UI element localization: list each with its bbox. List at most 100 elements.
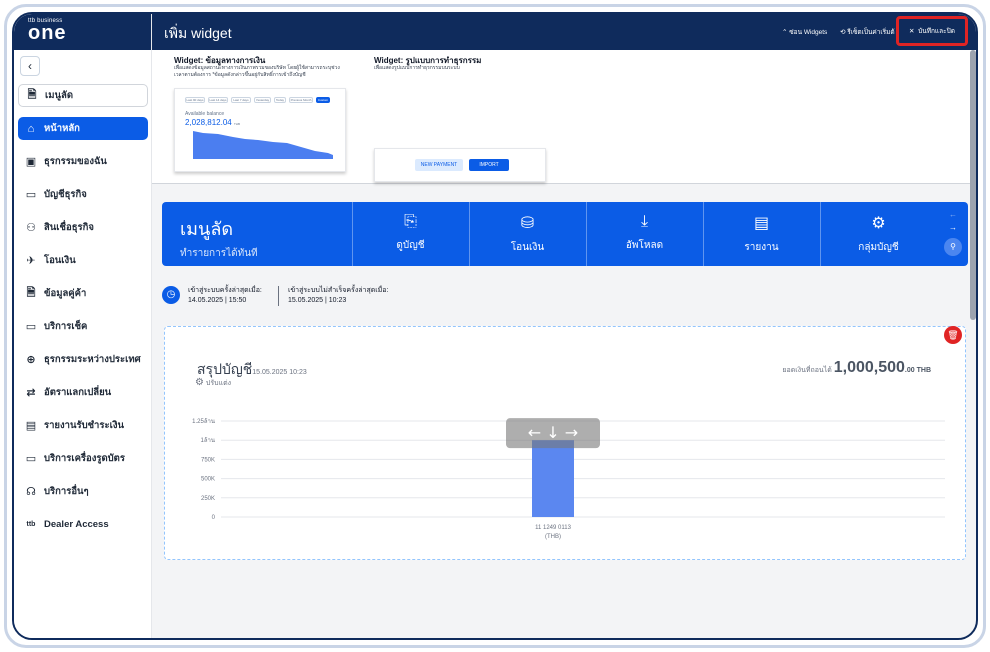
page-scrollbar[interactable] <box>970 50 976 320</box>
sidebar-item-payee[interactable]: 🗎 ข้อมูลคู่ค้า <box>18 282 148 305</box>
shortcut-banner-lead: เมนูลัด ทำรายการได้ทันที <box>180 214 258 261</box>
shortcut-banner: เมนูลัด ทำรายการได้ทันที ⎘ ดูบัญชี ⛁ โอนเง… <box>162 202 968 266</box>
y-tick-label: 1ล้าน <box>201 437 215 444</box>
shortcut-tile-account-group[interactable]: ⚙ กลุ่มบัญชี <box>820 202 936 266</box>
widget-transaction-desc: เพื่อแสดงรูปแบบการทำธุรกรรมบนระบบ <box>374 65 460 71</box>
globe-icon: ⊕ <box>26 354 36 366</box>
collapse-sidebar-button[interactable]: ‹ <box>20 56 40 76</box>
preview-balance: 2,028,812.04 THB <box>185 118 240 127</box>
headset-icon: ☊ <box>26 486 36 498</box>
reset-label: รีเซ็ตเป็นค่าเริ่มต้ <box>847 29 895 36</box>
home-icon: ⌂ <box>27 122 35 135</box>
pin-icon[interactable]: ⚲ <box>944 238 962 256</box>
y-tick-label: 750K <box>201 457 215 463</box>
account-group-icon: ⚙ <box>871 215 886 232</box>
cheque-icon: ▭ <box>25 321 37 333</box>
sidebar-item-label: บริการเช็ค <box>44 321 88 332</box>
sidebar-item-my-transactions[interactable]: ▣ ธุรกรรมของฉัน <box>18 150 148 173</box>
upload-icon: ⤓ <box>640 213 649 230</box>
clock-icon: ◷ <box>162 286 180 304</box>
brand-big: one <box>28 22 67 44</box>
drag-handle[interactable]: ← ↓ → <box>506 418 600 449</box>
shortcut-tile-label: รายงาน <box>744 242 779 253</box>
sidebar-item-label: ธุรกรรมของฉัน <box>44 156 107 167</box>
preview-balance-label: Available balance <box>185 111 225 117</box>
trash-icon: 🗑 <box>947 330 959 340</box>
x-tick-label: (THB) <box>545 534 561 540</box>
sidebar-item-business-account[interactable]: ▭ บัญชีธุรกิจ <box>18 183 148 206</box>
account-summary-widget[interactable]: สรุปบัญชี15.05.2025 10:23 ⚙ ปรับแต่ง ยอด… <box>164 326 966 560</box>
shortcut-tile-transfer[interactable]: ⛁ โอนเงิน <box>469 202 585 266</box>
shortcut-title: เมนูลัด <box>180 219 234 239</box>
sidebar-item-dealer-access[interactable]: ttb Dealer Access <box>18 513 148 536</box>
shortcut-tile-report[interactable]: ▤ รายงาน <box>703 202 819 266</box>
sidebar-item-label: Dealer Access <box>44 519 109 530</box>
sidebar: ttb business one ‹ 🗎 เมนูลัด ⌂ หน้าหลัก ▣ ธ… <box>14 14 152 638</box>
last-login: เข้าสู่ระบบครั้งล่าสุดเมื่อ: 14.05.2025 … <box>188 286 262 306</box>
sidebar-item-label: ธุรกรรมระหว่างประเทศ <box>44 354 141 365</box>
sidebar-item-transfer[interactable]: ✈ โอนเงิน <box>18 249 148 272</box>
shortcut-tile-accounts[interactable]: ⎘ ดูบัญชี <box>352 202 468 266</box>
sidebar-item-label: ข้อมูลคู่ค้า <box>44 288 87 299</box>
login-divider <box>278 286 279 306</box>
sidebar-item-payment-report[interactable]: ▤ รายงานรับชำระเงิน <box>18 414 148 437</box>
sidebar-item-business-loan[interactable]: ⚇ สินเชื่อธุรกิจ <box>18 216 148 239</box>
failed-login-value: 15.05.2025 | 10:23 <box>288 297 347 304</box>
sidebar-item-cheque[interactable]: ▭ บริการเช็ค <box>18 315 148 338</box>
sidebar-item-international[interactable]: ⊕ ธุรกรรมระหว่างประเทศ <box>18 348 148 371</box>
sidebar-item-home[interactable]: ⌂ หน้าหลัก <box>18 117 148 140</box>
sidebar-item-label: สินเชื่อธุรกิจ <box>44 222 94 233</box>
range-chip: Last 14 days <box>208 97 228 103</box>
sidebar-item-label: บัญชีธุรกิจ <box>44 189 87 200</box>
preview-area <box>193 131 333 159</box>
exchange-icon: ⇄ <box>26 387 36 399</box>
range-chip: Last 90 days <box>185 97 205 103</box>
sidebar-item-shortcuts[interactable]: 🗎 เมนูลัด <box>18 84 148 107</box>
widget-financial-desc: เพื่อแสดงข้อมูลสถานะทางการเงินภาพรวมของบ… <box>174 65 340 78</box>
range-chip-active: Custom <box>316 97 330 103</box>
chevron-left-icon: ‹ <box>28 59 32 73</box>
shortcut-tile-label: ดูบัญชี <box>396 240 425 251</box>
preview-area-chart <box>193 131 333 159</box>
loan-icon: ⚇ <box>26 222 36 234</box>
reset-icon: ⟲ <box>840 29 846 36</box>
last-login-value: 14.05.2025 | 15:50 <box>188 297 247 304</box>
close-icon: ✕ <box>909 28 915 35</box>
report-icon: ▤ <box>25 420 37 432</box>
sidebar-item-edc[interactable]: ▭ บริการเครื่องรูดบัตร <box>18 447 148 470</box>
preview-balance-currency: THB <box>233 122 240 126</box>
sidebar-item-label: เมนูลัด <box>45 90 73 101</box>
widget-transaction-preview[interactable]: NEW PAYMENT IMPORT <box>374 148 546 182</box>
save-and-close-label: บันทึกและปิด <box>918 28 955 35</box>
widget-financial-preview[interactable]: Last 90 days Last 14 days Last 7 days Ye… <box>174 88 346 172</box>
app-window: ttb business one ‹ 🗎 เมนูลัด ⌂ หน้าหลัก ▣ ธ… <box>12 12 978 640</box>
sidebar-item-other-services[interactable]: ☊ บริการอื่นๆ <box>18 480 148 503</box>
failed-login-label: เข้าสู่ระบบไม่สำเร็จครั้งล่าสุดเมื่อ: <box>288 287 389 294</box>
wallet-icon: ▭ <box>25 189 37 201</box>
report-doc-icon: ▤ <box>753 215 770 232</box>
bar[interactable] <box>532 440 574 517</box>
save-and-close-button[interactable]: ✕ บันทึกและปิด <box>896 16 968 46</box>
sidebar-item-label: บริการเครื่องรูดบัตร <box>44 453 125 464</box>
delete-widget-button[interactable]: 🗑 <box>944 326 962 344</box>
last-login-label: เข้าสู่ระบบครั้งล่าสุดเมื่อ: <box>188 287 262 294</box>
shortcut-tile-label: อัพโหลด <box>625 240 664 251</box>
hide-widgets-button[interactable]: ⌃ ซ่อน Widgets <box>782 27 827 37</box>
card-icon: ▭ <box>25 453 37 465</box>
x-tick-label: 11 1249 0113 <box>535 525 571 531</box>
new-payment-button: NEW PAYMENT <box>415 159 463 171</box>
sidebar-item-label: หน้าหลัก <box>44 123 80 134</box>
sidebar-item-exchange-rate[interactable]: ⇄ อัตราแลกเปลี่ยน <box>18 381 148 404</box>
shortcut-subtitle: ทำรายการได้ทันที <box>180 248 258 259</box>
arrow-right-icon[interactable]: → <box>949 223 957 232</box>
arrow-left-icon[interactable]: ← <box>949 210 957 219</box>
ttb-logo-icon: ttb <box>26 521 36 528</box>
import-button: IMPORT <box>469 159 509 171</box>
y-tick-label: 0 <box>212 515 216 521</box>
y-tick-label: 500K <box>201 477 215 483</box>
last-failed-login: เข้าสู่ระบบไม่สำเร็จครั้งล่าสุดเมื่อ: 15… <box>288 286 388 306</box>
shortcut-tile-label: โอนเงิน <box>510 242 545 253</box>
brand-logo[interactable]: ttb business one <box>14 14 151 50</box>
reset-default-button[interactable]: ⟲ รีเซ็ตเป็นค่าเริ่มต้ <box>840 27 895 37</box>
shortcut-tile-upload[interactable]: ⤓ อัพโหลด <box>586 202 702 266</box>
